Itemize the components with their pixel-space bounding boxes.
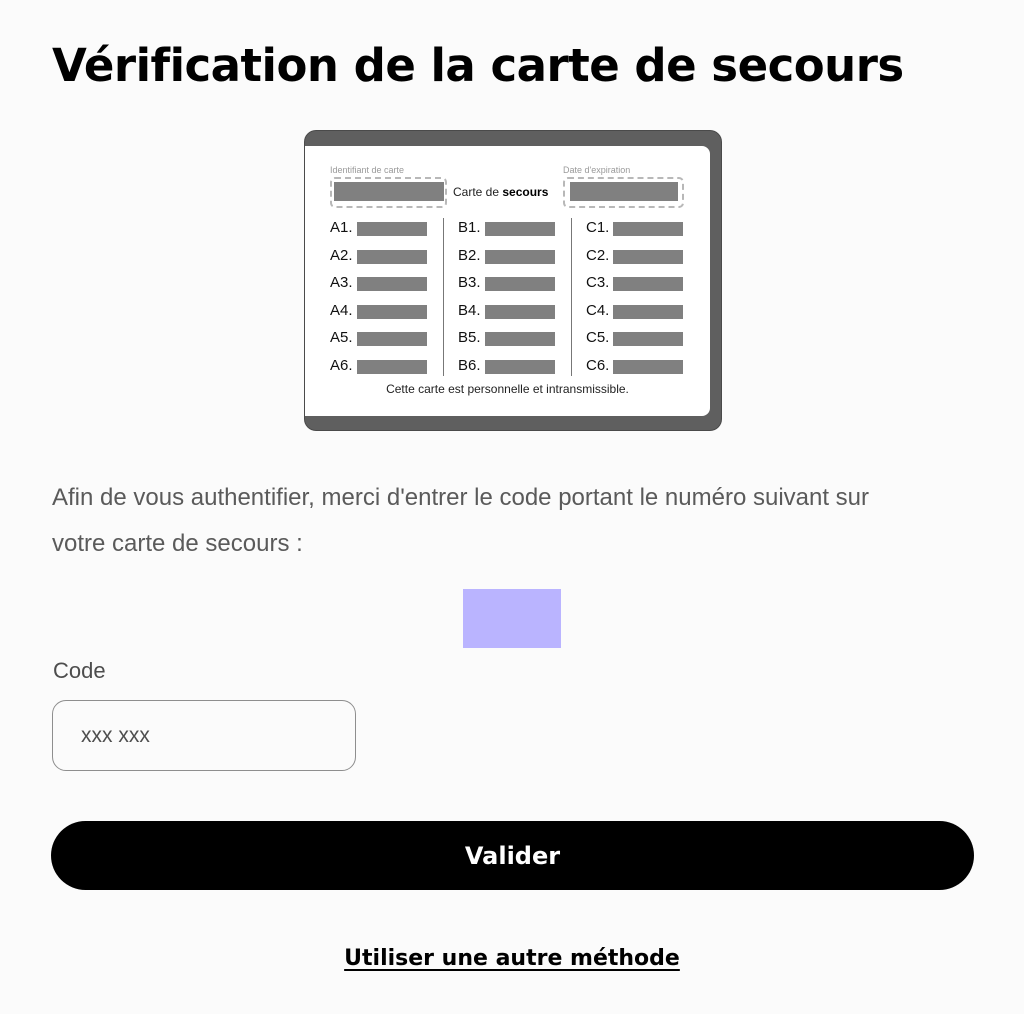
card-cell-redacted — [485, 332, 555, 346]
card-cell-label: A3. — [330, 274, 353, 291]
card-cell-label: A1. — [330, 219, 353, 236]
card-heading-prefix: Carte de — [453, 185, 503, 199]
code-label: Code — [53, 658, 106, 683]
card-cell-redacted — [485, 360, 555, 374]
card-cell-label: A2. — [330, 247, 353, 264]
card-cell-redacted — [485, 250, 555, 264]
card-cell-label: A5. — [330, 329, 353, 346]
alt-method-link[interactable]: Utiliser une autre méthode — [344, 946, 680, 971]
card-cell-redacted — [613, 332, 683, 346]
card-heading: Carte de secours — [453, 185, 548, 199]
code-input[interactable] — [52, 700, 356, 771]
card-expiry-redacted — [570, 182, 678, 201]
card-cell-redacted — [357, 305, 427, 319]
card-column-divider — [571, 218, 572, 376]
instructions-text: Afin de vous authentifier, merci d'entre… — [52, 484, 870, 557]
card-id-redacted — [334, 182, 444, 201]
card-cell-label: C1. — [586, 219, 610, 236]
card-cell-label: B4. — [458, 302, 481, 319]
card-cell-redacted — [485, 305, 555, 319]
card-cell-redacted — [613, 222, 683, 236]
card-cell-redacted — [357, 332, 427, 346]
card-cell-redacted — [613, 305, 683, 319]
page-title: Vérification de la carte de secours — [52, 39, 904, 92]
card-cell-redacted — [357, 250, 427, 264]
card-cell-label: C6. — [586, 357, 610, 374]
card-cell-label: C5. — [586, 329, 610, 346]
alt-method-container: Utiliser une autre méthode — [0, 946, 1024, 971]
card-cell-label: B6. — [458, 357, 481, 374]
card-cell-label: C3. — [586, 274, 610, 291]
card-cell-redacted — [613, 360, 683, 374]
card-cell-redacted — [613, 250, 683, 264]
card-cell-redacted — [485, 222, 555, 236]
card-heading-bold: secours — [502, 185, 549, 199]
card-expiry-label: Date d'expiration — [563, 165, 631, 175]
card-id-label: Identifiant de carte — [330, 165, 405, 175]
card-cell-redacted — [357, 222, 427, 236]
card-footer: Cette carte est personnelle et intransmi… — [386, 382, 629, 396]
card-column-divider — [443, 218, 444, 376]
card-cell-label: C4. — [586, 302, 610, 319]
card-cell-label: C2. — [586, 247, 610, 264]
card-cell-label: A6. — [330, 357, 353, 374]
card-cell-redacted — [613, 277, 683, 291]
requested-code-position-highlight — [463, 589, 561, 648]
card-cell-label: B5. — [458, 329, 481, 346]
card-cell-redacted — [357, 277, 427, 291]
card-cell-redacted — [485, 277, 555, 291]
validate-button[interactable]: Valider — [51, 821, 974, 890]
rescue-card-face: Identifiant de carte Date d'expiration C… — [305, 146, 710, 416]
card-cell-label: B1. — [458, 219, 481, 236]
card-cell-label: A4. — [330, 302, 353, 319]
card-cell-label: B2. — [458, 247, 481, 264]
card-cell-label: B3. — [458, 274, 481, 291]
rescue-card-illustration: Identifiant de carte Date d'expiration C… — [304, 130, 722, 431]
card-cell-redacted — [357, 360, 427, 374]
